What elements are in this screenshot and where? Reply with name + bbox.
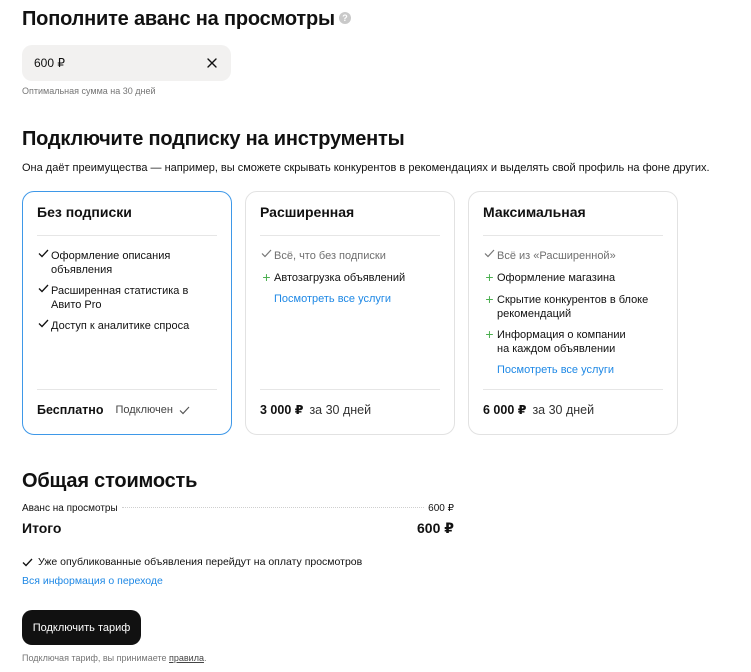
check-icon: [179, 406, 190, 415]
plan-price-amount: Бесплатно: [37, 403, 104, 417]
total-line-label: Аванс на просмотры: [22, 503, 118, 514]
divider: [37, 389, 217, 390]
plan-feature: + Информация о компании на каждом объявл…: [483, 326, 667, 356]
dotted-leader: [121, 507, 425, 508]
plan-feature-text: Оформление описания объявления: [51, 250, 171, 276]
plan-feature: Оформление описания объявления: [37, 249, 221, 277]
transition-note: Уже опубликованные объявления перейдут н…: [22, 556, 362, 568]
plan-price-amount: 3 000 ₽: [260, 403, 304, 417]
connect-plan-button[interactable]: Подключить тариф: [22, 610, 141, 645]
plus-icon: +: [262, 269, 271, 285]
advance-title: Пополните аванс на просмотры?: [22, 8, 351, 31]
advance-amount-input[interactable]: 600 ₽: [22, 45, 231, 81]
terms-prefix: Подключая тариф, вы принимаете: [22, 653, 167, 663]
total-value: 600 ₽: [417, 520, 454, 536]
advance-hint: Оптимальная сумма на 30 дней: [22, 86, 156, 96]
plan-price: 6 000 ₽ за 30 дней: [483, 402, 595, 418]
check-icon: [483, 249, 496, 258]
check-icon: [37, 319, 50, 328]
plan-name: Расширенная: [260, 204, 355, 220]
plan-feature-text: Всё, что без подписки: [274, 250, 386, 262]
plan-price: 3 000 ₽ за 30 дней: [260, 402, 372, 418]
total-label: Итого: [22, 520, 62, 536]
plan-status: Подключен: [115, 404, 190, 416]
plan-card-basic[interactable]: Без подписки Оформление описания объявле…: [22, 191, 232, 435]
total-title: Общая стоимость: [22, 470, 198, 492]
terms-text: Подключая тариф, вы принимаете правила.: [22, 653, 206, 663]
see-all-services-link[interactable]: Посмотреть все услуги: [497, 364, 614, 376]
plan-feature-text: Скрытие конкурентов в блоке рекомендаций: [497, 294, 649, 320]
close-icon[interactable]: [205, 56, 219, 70]
plan-feature-text: Всё из «Расширенной»: [497, 250, 616, 262]
divider: [260, 389, 440, 390]
plan-feature: + Оформление магазина: [483, 269, 667, 285]
plan-price-amount: 6 000 ₽: [483, 403, 527, 417]
subscription-title: Подключите подписку на инструменты: [22, 128, 405, 150]
check-icon: [22, 558, 33, 567]
plan-feature: Доступ к аналитике спроса: [37, 319, 221, 333]
plan-feature-text: Оформление магазина: [497, 272, 616, 284]
advance-amount-value[interactable]: 600 ₽: [34, 56, 205, 70]
divider: [37, 235, 217, 236]
plan-price-period: за 30 дней: [532, 402, 595, 417]
help-icon[interactable]: ?: [338, 11, 351, 24]
divider: [483, 389, 663, 390]
plus-icon: +: [485, 269, 494, 285]
advance-title-text: Пополните аванс на просмотры: [22, 8, 335, 30]
plan-feature-text: Информация о компании на каждом объявлен…: [497, 329, 626, 355]
terms-suffix: .: [203, 653, 207, 663]
plan-feature-text: Автозагрузка объявлений: [274, 272, 406, 284]
plan-feature: Всё из «Расширенной»: [483, 249, 667, 263]
transition-note-text: Уже опубликованные объявления перейдут н…: [38, 556, 363, 568]
plan-name: Без подписки: [37, 204, 132, 220]
plan-card-maximum[interactable]: Максимальная Всё из «Расширенной» + Офор…: [468, 191, 678, 435]
total-line-advance: Аванс на просмотры 600 ₽: [22, 503, 454, 514]
plan-card-extended[interactable]: Расширенная Всё, что без подписки + Авто…: [245, 191, 455, 435]
plan-price-period: за 30 дней: [309, 402, 372, 417]
plan-status-text: Подключен: [115, 404, 173, 416]
plan-feature-text: Расширенная статистика в Авито Pro: [51, 285, 189, 311]
check-icon: [260, 249, 273, 258]
divider: [483, 235, 663, 236]
check-icon: [37, 284, 50, 293]
total-line-sum: Итого 600 ₽: [22, 520, 454, 537]
plus-icon: +: [485, 291, 494, 307]
check-icon: [37, 249, 50, 258]
divider: [260, 235, 440, 236]
plan-feature: + Скрытие конкурентов в блоке рекомендац…: [483, 291, 667, 321]
terms-rules-link[interactable]: правила: [169, 653, 204, 663]
plan-feature: Всё, что без подписки: [260, 249, 444, 263]
see-all-services-link[interactable]: Посмотреть все услуги: [274, 293, 391, 305]
plan-feature: Расширенная статистика в Авито Pro: [37, 284, 221, 312]
transition-info-link[interactable]: Вся информация о переходе: [22, 575, 163, 587]
subscription-description: Она даёт преимущества — например, вы смо…: [22, 162, 710, 174]
plan-price: Бесплатно Подключен: [37, 403, 190, 417]
total-line-value: 600 ₽: [428, 503, 454, 514]
plan-feature-text: Доступ к аналитике спроса: [51, 320, 190, 332]
plan-name: Максимальная: [483, 204, 586, 220]
plus-icon: +: [485, 326, 494, 342]
plan-feature: + Автозагрузка объявлений: [260, 269, 444, 285]
